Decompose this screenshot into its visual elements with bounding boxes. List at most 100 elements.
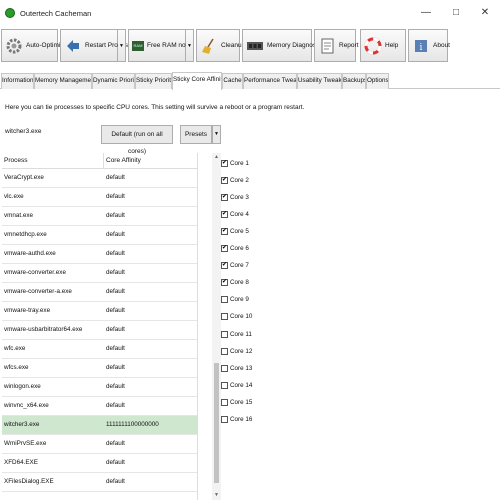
scroll-down-icon[interactable]: ▼ [213,492,220,499]
checkbox-checked-icon[interactable]: ✔ [221,159,228,167]
tab-memory-management[interactable]: Memory Management [34,73,92,89]
close-button[interactable]: ✕ [473,4,497,22]
tab-information[interactable]: Information [1,73,34,89]
report-button[interactable]: Report [314,29,359,62]
core-checkbox-item[interactable]: ✔ Core 8 [221,277,249,289]
minimize-button[interactable]: — [414,4,438,22]
checkbox-unchecked-icon[interactable] [221,296,228,304]
checkbox-unchecked-icon[interactable] [221,364,228,372]
core-affinity-cell: default [106,364,125,371]
core-checkbox-item[interactable]: ✔ Core 5 [221,225,249,237]
table-header: Process Core Affinity [2,153,197,169]
tab-sticky-core-affinity[interactable]: Sticky Core Affinity [172,72,222,90]
table-row[interactable]: wfc.exe default [2,340,197,359]
table-row[interactable]: winlogon.exe default [2,378,197,397]
about-button[interactable]: i About [408,29,450,62]
table-row[interactable]: winvnc_x64.exe default [2,397,197,416]
core-checkbox-item[interactable]: Core 15 [221,396,252,408]
column-header-process[interactable]: Process [2,153,104,168]
core-checkbox-item[interactable]: ✔ Core 1 [221,157,249,169]
checkbox-unchecked-icon[interactable] [221,381,228,389]
checkbox-unchecked-icon[interactable] [221,347,228,355]
core-affinity-cell: default [106,459,125,466]
table-row[interactable]: witcher3.exe 1111111100000000 [2,416,197,435]
core-checkbox-item[interactable]: Core 12 [221,345,252,357]
default-affinity-button[interactable]: Default (run on all cores) [101,125,173,155]
core-label: Core 13 [230,364,253,372]
column-header-core-affinity[interactable]: Core Affinity [104,153,141,168]
tab-sticky-priority[interactable]: Sticky Priority [135,73,172,89]
help-button[interactable]: Help [360,29,406,62]
presets-button[interactable]: Presets [180,125,212,144]
checkbox-checked-icon[interactable]: ✔ [221,279,228,287]
memory-diagnostic-button[interactable]: Memory Diagnostic [242,29,323,62]
table-row[interactable]: vmnetdhcp.exe default [2,226,197,245]
broom-icon [200,37,218,55]
core-affinity-cell: default [106,250,125,257]
table-row[interactable]: VeraCrypt.exe default [2,169,197,188]
process-name-cell: vmware-converter.exe [4,269,66,276]
tab-options[interactable]: Options [366,73,389,89]
core-checkbox-item[interactable]: Core 13 [221,362,252,374]
restart-process-button[interactable]: Restart Process [60,29,131,62]
free-ram-button[interactable]: RAM Free RAM now! [128,29,192,62]
cleanup-button[interactable]: Cleanup [196,29,245,62]
table-row[interactable]: wfcs.exe default [2,359,197,378]
table-row[interactable]: vmnat.exe default [2,207,197,226]
table-row[interactable]: vmware-tray.exe default [2,302,197,321]
core-checkbox-item[interactable]: ✔ Core 4 [221,208,249,220]
tab-cache[interactable]: Cache [222,73,243,89]
checkbox-unchecked-icon[interactable] [221,416,228,423]
table-row[interactable]: vmware-converter.exe default [2,264,197,283]
checkbox-checked-icon[interactable]: ✔ [221,245,228,252]
table-row[interactable]: vmware-authd.exe default [2,245,197,264]
checkbox-checked-icon[interactable]: ✔ [221,227,228,235]
process-name-cell: wfc.exe [4,345,26,352]
core-affinity-cell: default [106,478,125,485]
table-row[interactable]: XFilesDialog.EXE default [2,473,197,492]
auto-optimize-button[interactable]: Auto-Optimize [1,29,67,62]
core-checkbox-item[interactable]: ✔ Core 7 [221,260,249,272]
tab-usability-tweaks[interactable]: Usability Tweaks [297,73,342,89]
ram-chip-icon: RAM [132,40,144,51]
presets-dropdown[interactable]: ▼ [212,125,221,144]
core-affinity-cell: default [106,307,125,314]
checkbox-checked-icon[interactable]: ✔ [221,176,228,184]
info-book-icon: i [412,37,430,55]
core-affinity-cell: default [106,193,125,200]
gear-icon [5,37,23,55]
scroll-up-icon[interactable]: ▲ [213,154,220,161]
toolbar: Auto-Optimize Restart Process ▼ RAM Free… [0,28,500,66]
table-row[interactable]: WmiPrvSE.exe default [2,435,197,454]
tab-performance-tweaks[interactable]: Performance Tweaks [243,73,297,89]
checkbox-unchecked-icon[interactable] [221,330,228,338]
table-row[interactable]: XFD64.EXE default [2,454,197,473]
core-checkbox-item[interactable]: ✔ Core 6 [221,243,249,255]
core-checkbox-item[interactable]: Core 10 [221,311,252,323]
free-ram-dropdown[interactable]: ▼ [186,29,194,62]
core-checkbox-item[interactable]: ✔ Core 3 [221,191,249,203]
restart-process-dropdown[interactable]: ▼ [118,29,126,62]
table-row[interactable]: vmware-converter-a.exe default [2,283,197,302]
table-row[interactable]: vmware-usbarbitrator64.exe default [2,321,197,340]
core-label: Core 11 [230,330,252,338]
core-checkbox-item[interactable]: ✔ Core 2 [221,174,249,186]
tab-dynamic-priority[interactable]: Dynamic Priority [92,73,135,89]
checkbox-unchecked-icon[interactable] [221,313,228,321]
checkbox-checked-icon[interactable]: ✔ [221,210,228,218]
core-checkbox-item[interactable]: Core 14 [221,379,252,391]
process-scrollbar[interactable]: ▲ ▼ [212,153,221,500]
table-row[interactable]: vlc.exe default [2,188,197,207]
core-checkbox-item[interactable]: Core 11 [221,328,252,340]
report-label: Report [339,42,359,49]
checkbox-unchecked-icon[interactable] [221,398,228,406]
process-table: Process Core Affinity VeraCrypt.exe defau… [2,153,198,500]
checkbox-checked-icon[interactable]: ✔ [221,193,228,201]
tab-backups[interactable]: Backups [342,73,366,89]
core-checkbox-item[interactable]: Core 9 [221,294,249,306]
affinity-description: Here you can tie processes to specific C… [5,104,305,111]
scrollbar-thumb[interactable] [214,363,219,483]
checkbox-checked-icon[interactable]: ✔ [221,262,228,270]
maximize-button[interactable]: □ [444,4,468,22]
core-checkbox-item[interactable]: Core 16 [221,414,252,426]
